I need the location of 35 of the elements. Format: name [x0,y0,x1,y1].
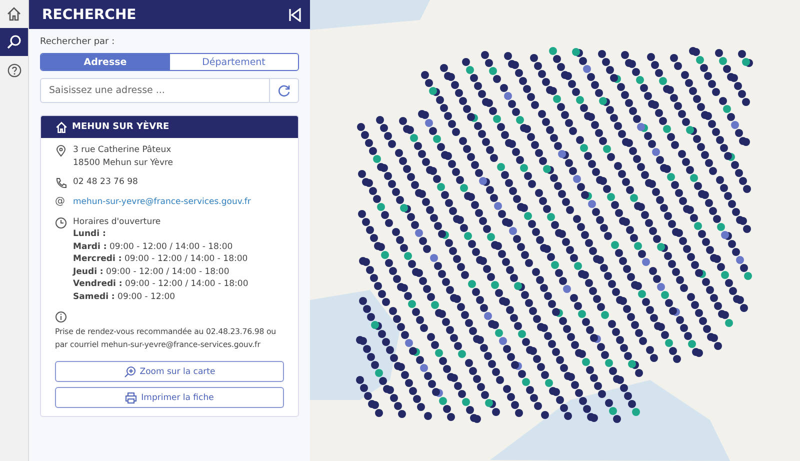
card-title: MEHUN SUR YÈVRE [72,122,170,132]
info-icon [55,311,67,323]
phone-number: 02 48 23 76 98 [73,176,138,188]
refresh-icon [277,84,291,98]
address-line: 3 rue Catherine Pâteux [73,144,172,156]
hours-line: Vendredi : 09:00 - 12:00 / 14:00 - 18:00 [73,278,248,290]
hours-line: Jeudi : 09:00 - 12:00 / 14:00 - 18:00 [73,266,230,278]
email-link[interactable]: mehun-sur-yevre@france-services.gouv.fr [73,196,251,208]
hours-line: Mardi : 09:00 - 12:00 / 14:00 - 18:00 [73,240,234,253]
address-field[interactable]: Saisissez une adresse ... [40,78,269,103]
at-sign-icon: @ [55,196,67,207]
zoom-in-icon [124,366,136,378]
search-icon [6,34,22,50]
home-icon [55,120,68,134]
phone-icon [55,177,67,189]
panel-title: RECHERCHE [42,6,136,22]
hours-line: Mercredi : 09:00 - 12:00 / 14:00 - 18:00 [73,253,248,266]
map-drawing[interactable] [310,0,800,461]
address-line: 18500 Mehun sur Yèvre [73,156,174,169]
print-button[interactable]: Imprimer la fiche [55,387,284,408]
home-icon [6,6,22,22]
hours-line: Samedi : 09:00 - 12:00 [73,290,176,303]
search-mode-tab[interactable]: Adresse [41,54,170,70]
hours-line: Lundi : [73,228,107,240]
search-button[interactable] [0,28,28,56]
search-by-label: Rechercher par : [40,37,116,47]
clock-icon [55,216,67,228]
zoom-map-button[interactable]: Zoom sur la carte [55,361,284,382]
help-icon [6,62,22,78]
hours-title: Horaires d'ouverture [73,216,162,228]
refresh-button[interactable] [269,78,299,103]
search-mode-tab[interactable]: Département [170,54,298,70]
printer-icon [125,392,138,404]
collapse-icon[interactable] [288,8,302,22]
location-pin-icon [55,145,67,157]
